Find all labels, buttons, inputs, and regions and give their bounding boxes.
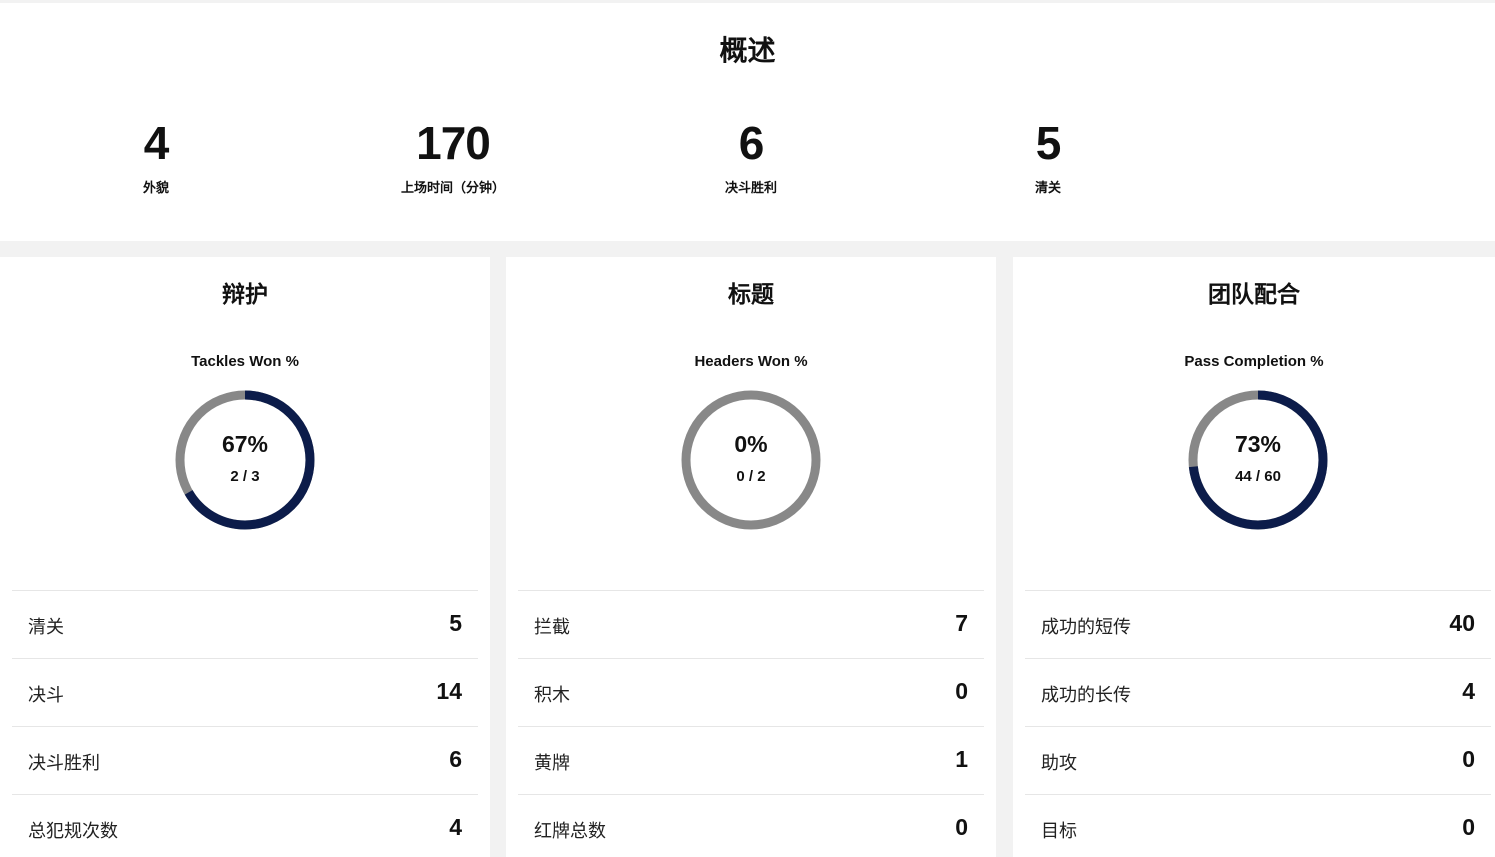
row-label: 积木 — [534, 685, 570, 706]
list-item: 总犯规次数 4 — [12, 794, 478, 857]
row-value: 5 — [449, 610, 462, 636]
row-value: 40 — [1449, 610, 1475, 636]
list-item: 积木 0 — [518, 658, 984, 726]
donut-gauge: 73% 44 / 60 — [1185, 387, 1331, 533]
stat-value: 4 — [143, 117, 170, 169]
donut-gauge: 0% 0 / 2 — [678, 387, 824, 533]
row-label: 成功的短传 — [1041, 617, 1131, 638]
list-item: 黄牌 1 — [518, 726, 984, 794]
gauge-percent: 73% — [1234, 431, 1282, 457]
row-value: 0 — [1462, 814, 1475, 840]
panel-teamplay: 团队配合 Pass Completion % 73% 44 / 60 成功的短传… — [1013, 257, 1495, 857]
list-item: 清关 5 — [12, 590, 478, 658]
donut-chart — [1188, 390, 1328, 530]
stat-clearances: 5 清关 — [898, 115, 1198, 196]
list-item: 成功的短传 40 — [1025, 590, 1491, 658]
stat-list: 拦截 7 积木 0 黄牌 1 红牌总数 0 — [518, 590, 984, 857]
stat-label: 上场时间（分钟） — [400, 181, 505, 196]
row-value: 0 — [955, 814, 968, 840]
stat-label: 决斗胜利 — [724, 181, 777, 196]
stat-value: 5 — [1035, 117, 1062, 169]
row-value: 6 — [449, 746, 462, 772]
stat-label: 外貌 — [142, 181, 169, 196]
row-value: 4 — [449, 814, 462, 840]
row-label: 成功的长传 — [1041, 685, 1131, 706]
row-label: 目标 — [1041, 821, 1077, 842]
gauge-fraction: 0 / 2 — [736, 468, 766, 485]
row-value: 1 — [955, 746, 968, 772]
stat-appearances: 4 外貌 — [6, 115, 306, 196]
list-item: 决斗胜利 6 — [12, 726, 478, 794]
stat-list: 成功的短传 40 成功的长传 4 助攻 0 目标 0 — [1025, 590, 1491, 857]
row-label: 拦截 — [534, 617, 570, 638]
donut-chart — [681, 390, 821, 530]
overview-title: 概述 — [719, 34, 776, 67]
gauge-label: Pass Completion % — [1184, 353, 1324, 370]
list-item: 决斗 14 — [12, 658, 478, 726]
stat-value: 170 — [416, 117, 491, 169]
gauge-fraction: 44 / 60 — [1235, 468, 1281, 485]
row-value: 14 — [436, 678, 462, 704]
stat-label: 清关 — [1034, 181, 1061, 196]
stat-value: 6 — [738, 117, 765, 169]
gauge-percent: 67% — [221, 431, 269, 457]
panel-title: 标题 — [728, 282, 774, 308]
panel-defence: 辩护 Tackles Won % 67% 2 / 3 清关 5 决斗 14 决斗… — [0, 257, 490, 857]
donut-chart — [175, 390, 315, 530]
overview-section: 概述 4 外貌 170 上场时间（分钟） 6 决斗胜利 5 清关 — [0, 3, 1495, 241]
row-label: 红牌总数 — [534, 821, 606, 842]
row-label: 决斗胜利 — [28, 753, 100, 774]
row-label: 助攻 — [1041, 753, 1077, 774]
list-item: 成功的长传 4 — [1025, 658, 1491, 726]
row-label: 黄牌 — [534, 753, 570, 774]
stat-minutes-played: 170 上场时间（分钟） — [303, 115, 603, 196]
gauge-label: Headers Won % — [694, 353, 808, 370]
stat-duels-won: 6 决斗胜利 — [601, 115, 901, 196]
stat-list: 清关 5 决斗 14 决斗胜利 6 总犯规次数 4 — [12, 590, 478, 857]
row-value: 0 — [955, 678, 968, 704]
gauge-label: Tackles Won % — [191, 353, 299, 370]
row-label: 清关 — [28, 617, 64, 638]
row-value: 4 — [1462, 678, 1475, 704]
panel-headers: 标题 Headers Won % 0% 0 / 2 拦截 7 积木 0 黄牌 1… — [506, 257, 996, 857]
gauge-track — [681, 390, 821, 530]
list-item: 助攻 0 — [1025, 726, 1491, 794]
panel-title: 辩护 — [222, 282, 268, 308]
list-item: 目标 0 — [1025, 794, 1491, 857]
panel-title: 团队配合 — [1208, 282, 1300, 308]
row-label: 决斗 — [28, 685, 64, 706]
list-item: 红牌总数 0 — [518, 794, 984, 857]
list-item: 拦截 7 — [518, 590, 984, 658]
gauge-percent: 0% — [734, 431, 768, 457]
row-value: 0 — [1462, 746, 1475, 772]
row-value: 7 — [955, 610, 968, 636]
row-label: 总犯规次数 — [28, 821, 118, 842]
donut-gauge: 67% 2 / 3 — [172, 387, 318, 533]
gauge-fraction: 2 / 3 — [230, 468, 260, 485]
